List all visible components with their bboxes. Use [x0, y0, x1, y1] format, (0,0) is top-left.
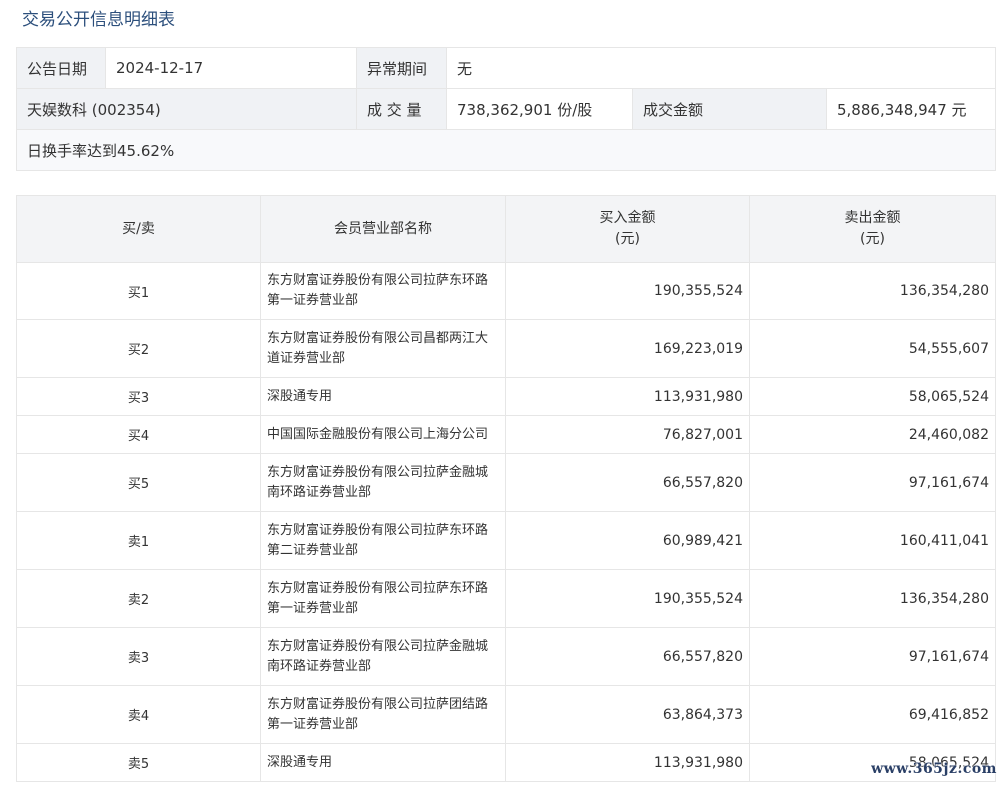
turnover-amount-label: 成交金额 — [632, 88, 827, 130]
table-row: 卖4 东方财富证券股份有限公司拉萨团结路 第一证券营业部 63,864,373 69,4… — [16, 685, 996, 744]
volume-value: 738,362,901 份/股 — [446, 88, 633, 130]
sell-amount-header-unit: (元) — [860, 231, 885, 247]
announcement-date-value: 2024-12-17 — [105, 47, 357, 89]
table-header-row: 买/卖 会员营业部名称 买入金额 (元) 卖出金额 (元) — [16, 195, 996, 263]
branch-name-cell: 中国国际金融股份有限公司上海分公司 — [260, 415, 506, 454]
branch-name-line: 东方财富证券股份有限公司拉萨东环路 — [267, 522, 489, 538]
trading-detail-table: 买/卖 会员营业部名称 买入金额 (元) 卖出金额 (元) 买1 东方财富证券股份… — [16, 195, 996, 782]
side-cell: 卖1 — [16, 511, 261, 570]
side-cell: 买3 — [16, 377, 261, 416]
sell-amount-cell: 97,161,674 — [749, 453, 996, 512]
site-watermark: www.365jz.com — [871, 761, 997, 777]
side-cell: 卖2 — [16, 569, 261, 628]
side-cell: 卖3 — [16, 627, 261, 686]
sell-amount-cell: 58,065,524 — [749, 377, 996, 416]
sell-amount-cell: 136,354,280 — [749, 569, 996, 628]
branch-name-line: 东方财富证券股份有限公司拉萨团结路 — [267, 696, 489, 712]
summary-row-date: 公告日期 2024-12-17 异常期间 无 — [16, 47, 996, 89]
side-cell: 买4 — [16, 415, 261, 454]
sell-amount-cell: 54,555,607 — [749, 319, 996, 378]
branch-name-line: 深股通专用 — [267, 754, 333, 770]
buy-amount-header-unit: (元) — [615, 231, 640, 247]
sell-amount-header-title: 卖出金额 — [844, 210, 901, 226]
sell-amount-cell: 69,416,852 — [749, 685, 996, 744]
buy-amount-cell: 113,931,980 — [505, 377, 750, 416]
sell-amount-cell: 160,411,041 — [749, 511, 996, 570]
branch-name-line: 第二证券营业部 — [267, 542, 359, 558]
buy-amount-cell: 113,931,980 — [505, 743, 750, 782]
abnormal-period-label: 异常期间 — [356, 47, 447, 89]
sell-amount-column-header: 卖出金额 (元) — [749, 195, 996, 263]
branch-name-cell: 东方财富证券股份有限公司拉萨金融城 南环路证券营业部 — [260, 627, 506, 686]
branch-name-line: 东方财富证券股份有限公司昌都两江大 — [267, 330, 489, 346]
side-column-header: 买/卖 — [16, 195, 261, 263]
branch-name-line: 东方财富证券股份有限公司拉萨金融城 — [267, 464, 489, 480]
branch-name-line: 东方财富证券股份有限公司拉萨东环路 — [267, 580, 489, 596]
sell-amount-cell: 97,161,674 — [749, 627, 996, 686]
sell-amount-cell: 136,354,280 — [749, 262, 996, 320]
branch-name-line: 南环路证券营业部 — [267, 658, 372, 674]
branch-name-line: 深股通专用 — [267, 388, 333, 404]
table-row: 卖3 东方财富证券股份有限公司拉萨金融城 南环路证券营业部 66,557,820 97,… — [16, 627, 996, 686]
buy-amount-cell: 66,557,820 — [505, 453, 750, 512]
buy-amount-cell: 66,557,820 — [505, 627, 750, 686]
listing-reason: 日换手率达到45.62% — [16, 129, 996, 171]
turnover-amount-value: 5,886,348,947 元 — [826, 88, 996, 130]
branch-name-cell: 东方财富证券股份有限公司拉萨金融城 南环路证券营业部 — [260, 453, 506, 512]
sell-amount-cell: 24,460,082 — [749, 415, 996, 454]
volume-label: 成 交 量 — [356, 88, 447, 130]
buy-amount-cell: 60,989,421 — [505, 511, 750, 570]
side-cell: 买5 — [16, 453, 261, 512]
table-row: 买1 东方财富证券股份有限公司拉萨东环路 第一证券营业部 190,355,524 136… — [16, 262, 996, 320]
buy-amount-cell: 76,827,001 — [505, 415, 750, 454]
buy-amount-header-title: 买入金额 — [599, 210, 656, 226]
branch-name-cell: 东方财富证券股份有限公司拉萨团结路 第一证券营业部 — [260, 685, 506, 744]
side-cell: 买1 — [16, 262, 261, 320]
buy-amount-cell: 190,355,524 — [505, 262, 750, 320]
branch-name-line: 道证券营业部 — [267, 350, 346, 366]
announcement-date-label: 公告日期 — [16, 47, 106, 89]
trading-detail-body: 买1 东方财富证券股份有限公司拉萨东环路 第一证券营业部 190,355,524 136… — [16, 262, 996, 782]
branch-name-cell: 深股通专用 — [260, 377, 506, 416]
page-title: 交易公开信息明细表 — [22, 10, 175, 30]
buy-amount-cell: 63,864,373 — [505, 685, 750, 744]
branch-name-cell: 东方财富证券股份有限公司昌都两江大 道证券营业部 — [260, 319, 506, 378]
branch-name-line: 东方财富证券股份有限公司拉萨金融城 — [267, 638, 489, 654]
branch-name-cell: 东方财富证券股份有限公司拉萨东环路 第一证券营业部 — [260, 569, 506, 628]
buy-amount-cell: 190,355,524 — [505, 569, 750, 628]
branch-name-line: 东方财富证券股份有限公司拉萨东环路 — [267, 273, 489, 288]
table-row: 卖2 东方财富证券股份有限公司拉萨东环路 第一证券营业部 190,355,524 136… — [16, 569, 996, 628]
table-row: 买3 深股通专用 113,931,980 58,065,524 — [16, 377, 996, 416]
summary-row-reason: 日换手率达到45.62% — [16, 129, 996, 171]
branch-name-line: 南环路证券营业部 — [267, 484, 372, 500]
table-row: 买4 中国国际金融股份有限公司上海分公司 76,827,001 24,460,082 — [16, 415, 996, 454]
branch-name-cell: 东方财富证券股份有限公司拉萨东环路 第二证券营业部 — [260, 511, 506, 570]
summary-table: 公告日期 2024-12-17 异常期间 无 天娱数科 (002354) 成 交… — [16, 47, 996, 171]
branch-name-line: 第一证券营业部 — [267, 293, 359, 308]
summary-row-volume: 天娱数科 (002354) 成 交 量 738,362,901 份/股 成交金额… — [16, 88, 996, 130]
branch-name-line: 第一证券营业部 — [267, 600, 359, 616]
branch-name-line: 第一证券营业部 — [267, 716, 359, 732]
side-cell: 卖4 — [16, 685, 261, 744]
table-row: 买2 东方财富证券股份有限公司昌都两江大 道证券营业部 169,223,019 54,5… — [16, 319, 996, 378]
side-cell: 卖5 — [16, 743, 261, 782]
buy-amount-column-header: 买入金额 (元) — [505, 195, 750, 263]
table-row: 卖5 深股通专用 113,931,980 58,065,524 — [16, 743, 996, 782]
table-row: 卖1 东方财富证券股份有限公司拉萨东环路 第二证券营业部 60,989,421 160,… — [16, 511, 996, 570]
branch-name-cell: 深股通专用 — [260, 743, 506, 782]
branch-column-header: 会员营业部名称 — [260, 195, 506, 263]
branch-name-line: 中国国际金融股份有限公司上海分公司 — [267, 426, 489, 442]
stock-name: 天娱数科 (002354) — [16, 88, 357, 130]
branch-name-cell: 东方财富证券股份有限公司拉萨东环路 第一证券营业部 — [260, 262, 506, 320]
buy-amount-cell: 169,223,019 — [505, 319, 750, 378]
table-row: 买5 东方财富证券股份有限公司拉萨金融城 南环路证券营业部 66,557,820 97,… — [16, 453, 996, 512]
side-cell: 买2 — [16, 319, 261, 378]
abnormal-period-value: 无 — [446, 47, 996, 89]
